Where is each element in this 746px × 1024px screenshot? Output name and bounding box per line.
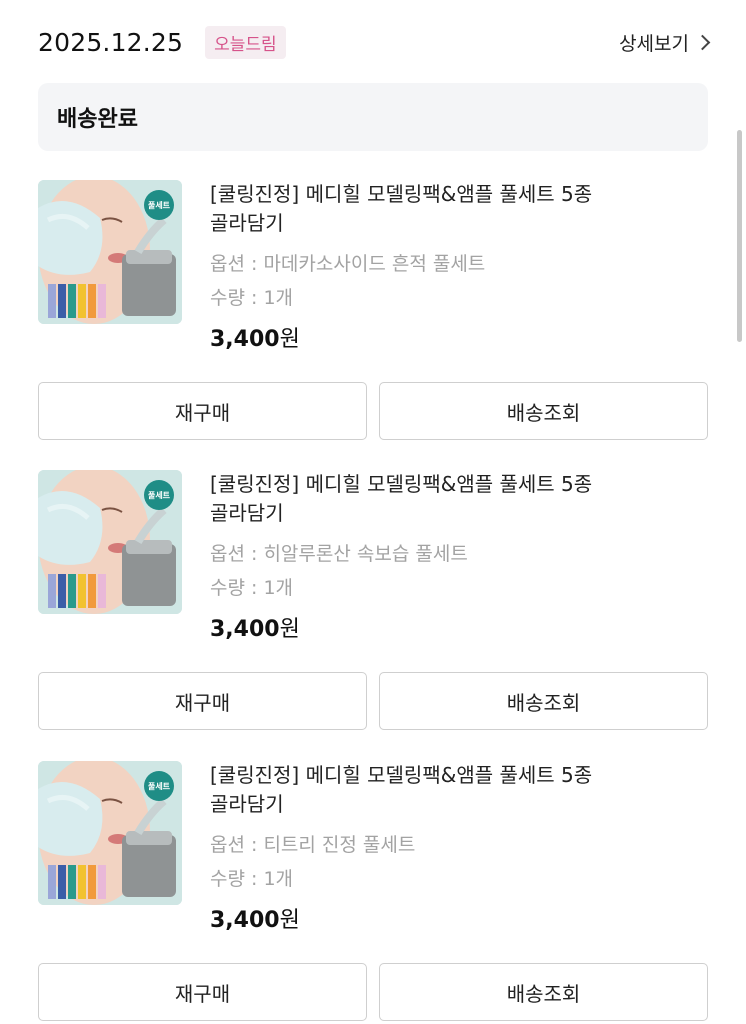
rebuy-button[interactable]: 재구매 [38, 382, 367, 440]
product-thumbnail[interactable]: 풀세트 [38, 761, 182, 905]
scrollbar[interactable] [737, 130, 742, 342]
order-item-row: 풀세트 [쿨링진정] 메디힐 모델링팩&앰플 풀세트 5종 골라담기 옵션 : … [38, 761, 708, 961]
track-delivery-button[interactable]: 배송조회 [379, 382, 708, 440]
product-name[interactable]: [쿨링진정] 메디힐 모델링팩&앰플 풀세트 5종 골라담기 [210, 180, 650, 238]
order-item: 풀세트 [쿨링진정] 메디힐 모델링팩&앰플 풀세트 5종 골라담기 옵션 : … [38, 761, 708, 1021]
track-delivery-button[interactable]: 배송조회 [379, 963, 708, 1021]
delivery-status-label: 배송완료 [57, 107, 138, 132]
item-actions: 재구매 배송조회 [38, 382, 708, 440]
order-date: 2025.12.25 [38, 27, 184, 57]
price-value: 3,400 [210, 327, 280, 352]
item-actions: 재구매 배송조회 [38, 672, 708, 730]
product-quantity: 수량 : 1개 [210, 577, 294, 599]
product-price: 3,400원 [210, 321, 650, 353]
product-name[interactable]: [쿨링진정] 메디힐 모델링팩&앰플 풀세트 5종 골라담기 [210, 470, 650, 528]
full-set-badge: 풀세트 [144, 771, 174, 801]
view-details-label: 상세보기 [619, 32, 689, 55]
today-dream-badge: 오늘드림 [205, 25, 286, 59]
product-thumbnail[interactable]: 풀세트 [38, 180, 182, 324]
product-quantity: 수량 : 1개 [210, 868, 294, 890]
order-header: 2025.12.25 오늘드림 상세보기 [38, 22, 711, 62]
price-currency: 원 [279, 617, 300, 642]
product-info: [쿨링진정] 메디힐 모델링팩&앰플 풀세트 5종 골라담기 옵션 : 히알루론… [210, 470, 650, 643]
price-value: 3,400 [210, 908, 280, 933]
track-delivery-button[interactable]: 배송조회 [379, 672, 708, 730]
product-info: [쿨링진정] 메디힐 모델링팩&앰플 풀세트 5종 골라담기 옵션 : 마데카소… [210, 180, 650, 353]
product-price: 3,400원 [210, 611, 650, 643]
full-set-badge: 풀세트 [144, 190, 174, 220]
full-set-badge: 풀세트 [144, 480, 174, 510]
chevron-right-icon [694, 34, 711, 50]
price-currency: 원 [279, 327, 300, 352]
product-quantity: 수량 : 1개 [210, 287, 294, 309]
delivery-status-box: 배송완료 [38, 83, 708, 151]
order-item: 풀세트 [쿨링진정] 메디힐 모델링팩&앰플 풀세트 5종 골라담기 옵션 : … [38, 180, 708, 440]
item-actions: 재구매 배송조회 [38, 963, 708, 1021]
rebuy-button[interactable]: 재구매 [38, 672, 367, 730]
price-value: 3,400 [210, 617, 280, 642]
price-currency: 원 [279, 908, 300, 933]
product-option: 옵션 : 마데카소사이드 흔적 풀세트 [210, 253, 486, 275]
product-price: 3,400원 [210, 902, 650, 934]
product-option: 옵션 : 히알루론산 속보습 풀세트 [210, 543, 468, 565]
product-info: [쿨링진정] 메디힐 모델링팩&앰플 풀세트 5종 골라담기 옵션 : 티트리 … [210, 761, 650, 934]
product-thumbnail[interactable]: 풀세트 [38, 470, 182, 614]
product-name[interactable]: [쿨링진정] 메디힐 모델링팩&앰플 풀세트 5종 골라담기 [210, 761, 650, 819]
product-option: 옵션 : 티트리 진정 풀세트 [210, 834, 416, 856]
order-item: 풀세트 [쿨링진정] 메디힐 모델링팩&앰플 풀세트 5종 골라담기 옵션 : … [38, 470, 708, 730]
order-item-row: 풀세트 [쿨링진정] 메디힐 모델링팩&앰플 풀세트 5종 골라담기 옵션 : … [38, 470, 708, 670]
view-details-link[interactable]: 상세보기 [619, 29, 711, 56]
order-item-row: 풀세트 [쿨링진정] 메디힐 모델링팩&앰플 풀세트 5종 골라담기 옵션 : … [38, 180, 708, 380]
rebuy-button[interactable]: 재구매 [38, 963, 367, 1021]
